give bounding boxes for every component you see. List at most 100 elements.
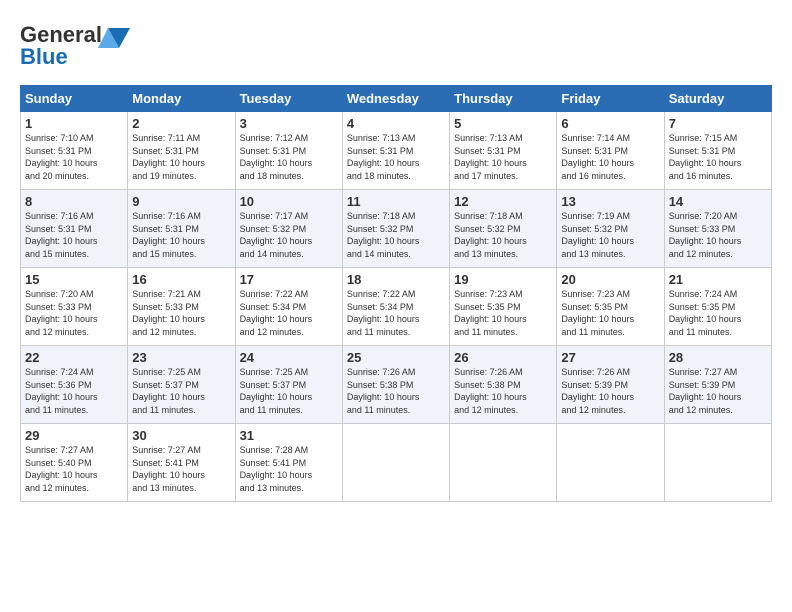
week-row-5: 29Sunrise: 7:27 AM Sunset: 5:40 PM Dayli… (21, 424, 772, 502)
col-header-sunday: Sunday (21, 86, 128, 112)
day-cell: 22Sunrise: 7:24 AM Sunset: 5:36 PM Dayli… (21, 346, 128, 424)
day-cell: 11Sunrise: 7:18 AM Sunset: 5:32 PM Dayli… (342, 190, 449, 268)
day-number: 26 (454, 350, 552, 365)
day-number: 12 (454, 194, 552, 209)
day-cell: 19Sunrise: 7:23 AM Sunset: 5:35 PM Dayli… (450, 268, 557, 346)
day-number: 11 (347, 194, 445, 209)
day-info: Sunrise: 7:13 AM Sunset: 5:31 PM Dayligh… (347, 132, 445, 182)
day-number: 30 (132, 428, 230, 443)
day-cell: 4Sunrise: 7:13 AM Sunset: 5:31 PM Daylig… (342, 112, 449, 190)
week-row-1: 1Sunrise: 7:10 AM Sunset: 5:31 PM Daylig… (21, 112, 772, 190)
col-header-monday: Monday (128, 86, 235, 112)
day-cell: 10Sunrise: 7:17 AM Sunset: 5:32 PM Dayli… (235, 190, 342, 268)
day-cell: 8Sunrise: 7:16 AM Sunset: 5:31 PM Daylig… (21, 190, 128, 268)
day-cell: 30Sunrise: 7:27 AM Sunset: 5:41 PM Dayli… (128, 424, 235, 502)
svg-text:Blue: Blue (20, 44, 68, 69)
header: General Blue (20, 18, 772, 75)
day-number: 20 (561, 272, 659, 287)
day-info: Sunrise: 7:22 AM Sunset: 5:34 PM Dayligh… (347, 288, 445, 338)
logo-text: General Blue (20, 18, 130, 75)
week-row-3: 15Sunrise: 7:20 AM Sunset: 5:33 PM Dayli… (21, 268, 772, 346)
day-cell: 27Sunrise: 7:26 AM Sunset: 5:39 PM Dayli… (557, 346, 664, 424)
day-cell: 2Sunrise: 7:11 AM Sunset: 5:31 PM Daylig… (128, 112, 235, 190)
day-info: Sunrise: 7:25 AM Sunset: 5:37 PM Dayligh… (132, 366, 230, 416)
day-number: 15 (25, 272, 123, 287)
day-cell: 29Sunrise: 7:27 AM Sunset: 5:40 PM Dayli… (21, 424, 128, 502)
day-number: 21 (669, 272, 767, 287)
day-info: Sunrise: 7:10 AM Sunset: 5:31 PM Dayligh… (25, 132, 123, 182)
day-cell: 23Sunrise: 7:25 AM Sunset: 5:37 PM Dayli… (128, 346, 235, 424)
day-cell: 26Sunrise: 7:26 AM Sunset: 5:38 PM Dayli… (450, 346, 557, 424)
day-number: 13 (561, 194, 659, 209)
day-info: Sunrise: 7:27 AM Sunset: 5:41 PM Dayligh… (132, 444, 230, 494)
day-number: 14 (669, 194, 767, 209)
day-cell: 3Sunrise: 7:12 AM Sunset: 5:31 PM Daylig… (235, 112, 342, 190)
day-cell: 20Sunrise: 7:23 AM Sunset: 5:35 PM Dayli… (557, 268, 664, 346)
day-info: Sunrise: 7:16 AM Sunset: 5:31 PM Dayligh… (25, 210, 123, 260)
col-header-friday: Friday (557, 86, 664, 112)
day-info: Sunrise: 7:26 AM Sunset: 5:38 PM Dayligh… (347, 366, 445, 416)
day-cell (557, 424, 664, 502)
day-info: Sunrise: 7:18 AM Sunset: 5:32 PM Dayligh… (454, 210, 552, 260)
day-number: 18 (347, 272, 445, 287)
day-cell: 16Sunrise: 7:21 AM Sunset: 5:33 PM Dayli… (128, 268, 235, 346)
day-number: 19 (454, 272, 552, 287)
day-number: 23 (132, 350, 230, 365)
day-number: 6 (561, 116, 659, 131)
day-number: 10 (240, 194, 338, 209)
day-number: 8 (25, 194, 123, 209)
day-info: Sunrise: 7:23 AM Sunset: 5:35 PM Dayligh… (561, 288, 659, 338)
day-info: Sunrise: 7:15 AM Sunset: 5:31 PM Dayligh… (669, 132, 767, 182)
day-cell: 15Sunrise: 7:20 AM Sunset: 5:33 PM Dayli… (21, 268, 128, 346)
logo: General Blue (20, 18, 130, 75)
day-info: Sunrise: 7:24 AM Sunset: 5:36 PM Dayligh… (25, 366, 123, 416)
day-cell (342, 424, 449, 502)
day-cell: 1Sunrise: 7:10 AM Sunset: 5:31 PM Daylig… (21, 112, 128, 190)
day-cell (664, 424, 771, 502)
day-number: 7 (669, 116, 767, 131)
day-cell: 7Sunrise: 7:15 AM Sunset: 5:31 PM Daylig… (664, 112, 771, 190)
day-info: Sunrise: 7:16 AM Sunset: 5:31 PM Dayligh… (132, 210, 230, 260)
header-row: SundayMondayTuesdayWednesdayThursdayFrid… (21, 86, 772, 112)
day-info: Sunrise: 7:25 AM Sunset: 5:37 PM Dayligh… (240, 366, 338, 416)
col-header-saturday: Saturday (664, 86, 771, 112)
col-header-thursday: Thursday (450, 86, 557, 112)
day-cell: 31Sunrise: 7:28 AM Sunset: 5:41 PM Dayli… (235, 424, 342, 502)
day-info: Sunrise: 7:27 AM Sunset: 5:40 PM Dayligh… (25, 444, 123, 494)
day-cell (450, 424, 557, 502)
day-cell: 14Sunrise: 7:20 AM Sunset: 5:33 PM Dayli… (664, 190, 771, 268)
day-info: Sunrise: 7:19 AM Sunset: 5:32 PM Dayligh… (561, 210, 659, 260)
day-info: Sunrise: 7:13 AM Sunset: 5:31 PM Dayligh… (454, 132, 552, 182)
day-cell: 13Sunrise: 7:19 AM Sunset: 5:32 PM Dayli… (557, 190, 664, 268)
col-header-tuesday: Tuesday (235, 86, 342, 112)
day-info: Sunrise: 7:22 AM Sunset: 5:34 PM Dayligh… (240, 288, 338, 338)
day-number: 9 (132, 194, 230, 209)
day-info: Sunrise: 7:27 AM Sunset: 5:39 PM Dayligh… (669, 366, 767, 416)
day-cell: 5Sunrise: 7:13 AM Sunset: 5:31 PM Daylig… (450, 112, 557, 190)
day-number: 4 (347, 116, 445, 131)
page: General Blue SundayMondayTuesdayWednesda… (0, 0, 792, 512)
day-info: Sunrise: 7:11 AM Sunset: 5:31 PM Dayligh… (132, 132, 230, 182)
day-number: 29 (25, 428, 123, 443)
day-cell: 9Sunrise: 7:16 AM Sunset: 5:31 PM Daylig… (128, 190, 235, 268)
day-info: Sunrise: 7:18 AM Sunset: 5:32 PM Dayligh… (347, 210, 445, 260)
day-info: Sunrise: 7:20 AM Sunset: 5:33 PM Dayligh… (669, 210, 767, 260)
day-cell: 28Sunrise: 7:27 AM Sunset: 5:39 PM Dayli… (664, 346, 771, 424)
day-cell: 18Sunrise: 7:22 AM Sunset: 5:34 PM Dayli… (342, 268, 449, 346)
day-info: Sunrise: 7:23 AM Sunset: 5:35 PM Dayligh… (454, 288, 552, 338)
day-info: Sunrise: 7:17 AM Sunset: 5:32 PM Dayligh… (240, 210, 338, 260)
day-number: 5 (454, 116, 552, 131)
day-info: Sunrise: 7:26 AM Sunset: 5:38 PM Dayligh… (454, 366, 552, 416)
day-cell: 12Sunrise: 7:18 AM Sunset: 5:32 PM Dayli… (450, 190, 557, 268)
day-number: 27 (561, 350, 659, 365)
day-info: Sunrise: 7:21 AM Sunset: 5:33 PM Dayligh… (132, 288, 230, 338)
calendar-table: SundayMondayTuesdayWednesdayThursdayFrid… (20, 85, 772, 502)
day-number: 2 (132, 116, 230, 131)
day-number: 16 (132, 272, 230, 287)
day-number: 17 (240, 272, 338, 287)
day-number: 31 (240, 428, 338, 443)
week-row-2: 8Sunrise: 7:16 AM Sunset: 5:31 PM Daylig… (21, 190, 772, 268)
day-info: Sunrise: 7:12 AM Sunset: 5:31 PM Dayligh… (240, 132, 338, 182)
day-cell: 24Sunrise: 7:25 AM Sunset: 5:37 PM Dayli… (235, 346, 342, 424)
week-row-4: 22Sunrise: 7:24 AM Sunset: 5:36 PM Dayli… (21, 346, 772, 424)
